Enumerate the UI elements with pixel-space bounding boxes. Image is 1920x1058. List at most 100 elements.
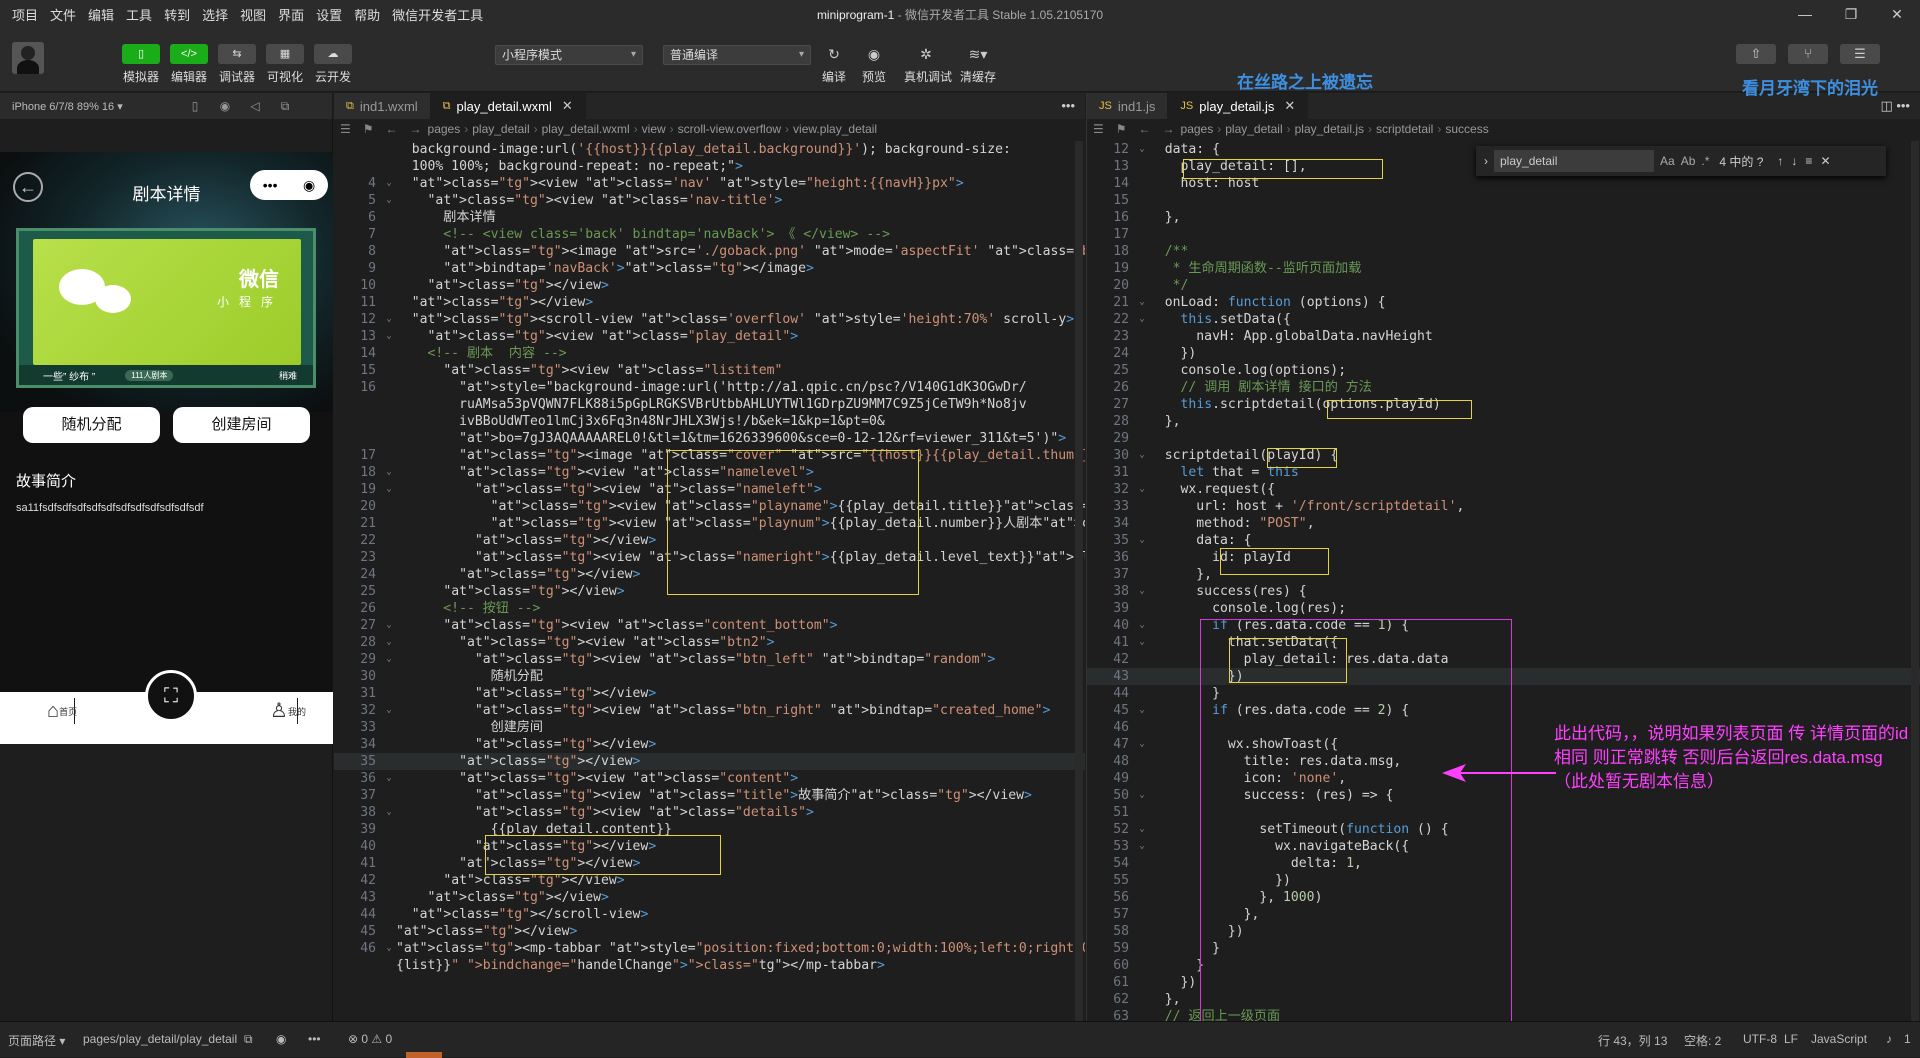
fold-gutter[interactable] (382, 855, 396, 872)
simulator-button[interactable]: ▯ 模拟器 (121, 44, 161, 85)
match-case-icon[interactable]: Aa (1660, 154, 1675, 168)
fold-gutter[interactable]: ⌄ (382, 311, 396, 328)
cloud-button[interactable]: ☁ 云开发 (313, 44, 353, 85)
fold-gutter[interactable] (1135, 396, 1149, 413)
close-icon[interactable]: ✕ (1874, 0, 1920, 28)
fold-gutter[interactable]: ⌄ (1135, 736, 1149, 753)
fold-gutter[interactable]: ⌄ (1135, 311, 1149, 328)
fold-gutter[interactable] (1135, 209, 1149, 226)
fold-gutter[interactable] (1135, 685, 1149, 702)
menu-item[interactable]: 视图 (240, 5, 266, 24)
menu-item[interactable]: 界面 (278, 5, 304, 24)
fold-gutter[interactable] (1135, 413, 1149, 430)
fold-gutter[interactable] (382, 362, 396, 379)
breadcrumb-item[interactable]: scroll-view.overflow (678, 122, 781, 136)
fold-gutter[interactable] (382, 583, 396, 600)
eol[interactable]: LF (1784, 1032, 1798, 1046)
bookmark-icon[interactable]: ⚑ (1116, 122, 1127, 136)
tab-play-detail-wxml[interactable]: ⧉ play_detail.wxml ✕ (430, 93, 586, 119)
arrow-up-icon[interactable]: ↑ (1777, 154, 1783, 168)
breadcrumb-item[interactable]: play_detail (1225, 122, 1282, 136)
breadcrumb-item[interactable]: play_detail.wxml (542, 122, 630, 136)
fold-gutter[interactable]: ⌄ (382, 940, 396, 957)
fold-gutter[interactable] (382, 923, 396, 940)
fold-gutter[interactable]: ⌄ (1135, 838, 1149, 855)
mode-select[interactable]: 小程序模式 (495, 45, 643, 65)
fold-gutter[interactable]: ⌄ (382, 175, 396, 192)
details-button[interactable]: ☰ (1840, 44, 1880, 64)
fold-gutter[interactable] (1135, 515, 1149, 532)
editor-button[interactable]: </> 编辑器 (169, 44, 209, 85)
debugger-button[interactable]: ⇆ 调试器 (217, 44, 257, 85)
fold-gutter[interactable] (382, 243, 396, 260)
arrow-right-icon[interactable]: → (410, 122, 422, 136)
fold-gutter[interactable]: ⌄ (382, 804, 396, 821)
fold-gutter[interactable] (1135, 158, 1149, 175)
menu-item[interactable]: 设置 (316, 5, 342, 24)
clear-cache-button[interactable]: ≋▾ 清缓存 (956, 44, 1000, 85)
fold-gutter[interactable] (382, 515, 396, 532)
fold-gutter[interactable] (382, 294, 396, 311)
fold-gutter[interactable]: ⌄ (382, 651, 396, 668)
arrow-left-icon[interactable]: ← (386, 122, 398, 136)
fold-gutter[interactable] (382, 141, 396, 158)
fold-gutter[interactable]: ⌄ (1135, 141, 1149, 158)
fold-gutter[interactable] (382, 226, 396, 243)
cursor-position[interactable]: 行 43，列 13 (1598, 1032, 1667, 1049)
fold-gutter[interactable] (1135, 243, 1149, 260)
fold-gutter[interactable]: ⌄ (1135, 634, 1149, 651)
menu-item[interactable]: 选择 (202, 5, 228, 24)
bookmark-icon[interactable]: ⚑ (363, 122, 374, 136)
breadcrumb-item[interactable]: scriptdetail (1376, 122, 1433, 136)
more-icon[interactable]: ••• (1051, 93, 1085, 119)
fold-gutter[interactable]: ⌄ (382, 328, 396, 345)
menu-item[interactable]: 微信开发者工具 (392, 5, 483, 24)
fold-gutter[interactable] (382, 753, 396, 770)
close-icon[interactable]: ✕ (562, 98, 573, 114)
chevron-right-icon[interactable]: › (1484, 154, 1488, 168)
fold-gutter[interactable] (1135, 668, 1149, 685)
fold-gutter[interactable] (1135, 192, 1149, 209)
fold-gutter[interactable] (1135, 600, 1149, 617)
fold-gutter[interactable] (382, 736, 396, 753)
breadcrumb-item[interactable]: view (642, 122, 666, 136)
fold-gutter[interactable] (1135, 498, 1149, 515)
fold-gutter[interactable] (382, 158, 396, 175)
tab-mine[interactable]: ♙ 我的 (258, 698, 306, 724)
fold-gutter[interactable] (382, 906, 396, 923)
fold-gutter[interactable] (1135, 345, 1149, 362)
breadcrumb-item[interactable]: pages (428, 122, 461, 136)
fold-gutter[interactable] (1135, 362, 1149, 379)
fold-gutter[interactable] (382, 957, 396, 974)
bell-icon[interactable]: ♪ (1886, 1032, 1892, 1046)
fold-gutter[interactable] (382, 260, 396, 277)
fold-gutter[interactable] (1135, 277, 1149, 294)
preview-button[interactable]: ◉ 预览 (852, 44, 896, 85)
scan-button[interactable]: ⛶ (145, 670, 197, 722)
fold-gutter[interactable] (382, 668, 396, 685)
menu-item[interactable]: 转到 (164, 5, 190, 24)
encoding[interactable]: UTF-8 (1743, 1032, 1777, 1046)
tab-ind1-wxml[interactable]: ⧉ ind1.wxml (334, 93, 431, 119)
fold-gutter[interactable]: ⌄ (1135, 787, 1149, 804)
fold-gutter[interactable] (382, 430, 396, 447)
tab-ind1-js[interactable]: JS ind1.js (1087, 93, 1169, 119)
fold-gutter[interactable] (1135, 328, 1149, 345)
fold-gutter[interactable] (382, 413, 396, 430)
fold-gutter[interactable] (1135, 260, 1149, 277)
maximize-icon[interactable]: ❐ (1828, 0, 1874, 28)
page-path-select[interactable]: 页面路径 ▾ (8, 1032, 65, 1049)
fold-gutter[interactable] (1135, 770, 1149, 787)
fold-gutter[interactable] (382, 600, 396, 617)
fold-gutter[interactable] (1135, 889, 1149, 906)
compile-mode-select[interactable]: 普通编译 (663, 45, 811, 65)
js-code[interactable]: 12 ⌄ data: {13 play_detail: [], 14 host: h… (1087, 141, 1920, 1021)
device-select[interactable]: iPhone 6/7/8 89% 16 ▾ (0, 100, 180, 113)
fold-gutter[interactable]: ⌄ (1135, 821, 1149, 838)
capsule-menu[interactable]: ••• ◉ (250, 170, 328, 200)
fold-gutter[interactable] (1135, 464, 1149, 481)
fold-gutter[interactable] (1135, 957, 1149, 974)
arrow-down-icon[interactable]: ↓ (1791, 154, 1797, 168)
breadcrumb-item[interactable]: play_detail (472, 122, 529, 136)
fold-gutter[interactable] (382, 345, 396, 362)
